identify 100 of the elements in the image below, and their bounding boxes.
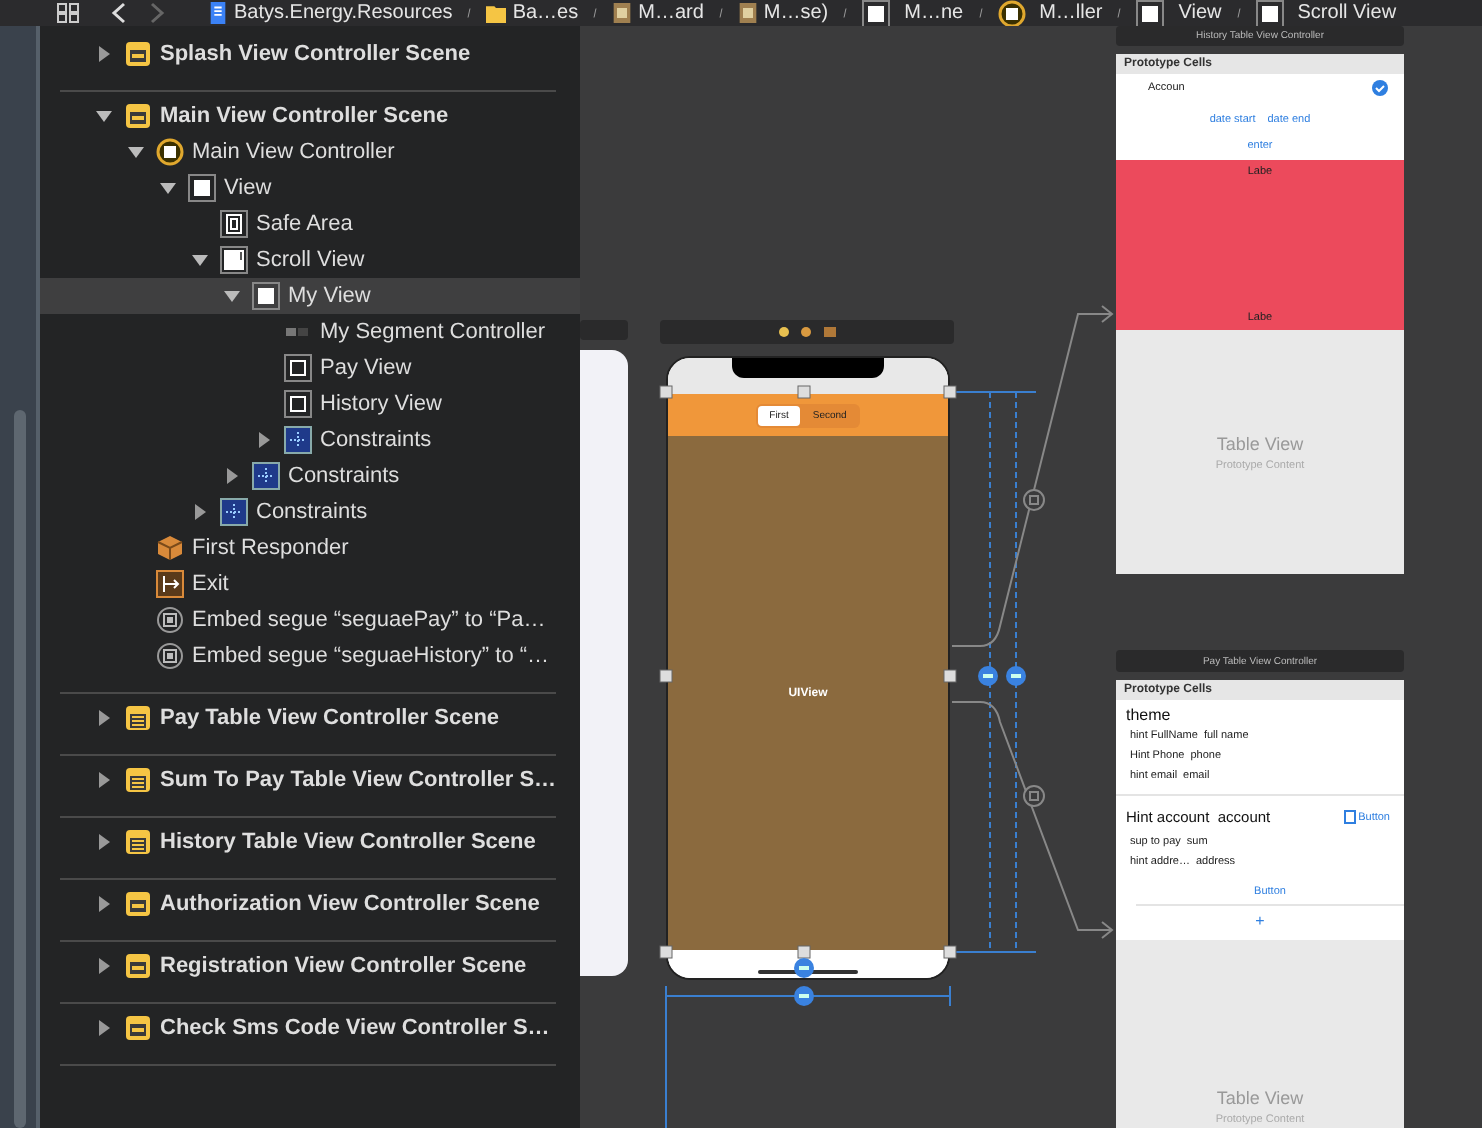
folder-icon xyxy=(486,2,507,24)
theme-label: theme xyxy=(1124,704,1173,726)
resize-handle[interactable] xyxy=(659,669,673,683)
view-icon xyxy=(284,390,312,418)
disclosure-triangle[interactable] xyxy=(96,772,112,788)
grid-icon[interactable] xyxy=(56,2,80,24)
table-view-title: Table View xyxy=(1216,433,1304,453)
outline-item[interactable]: Constraints xyxy=(40,494,580,530)
outline-item[interactable]: Authorization View Controller Scene xyxy=(40,886,580,922)
disclosure-triangle[interactable] xyxy=(256,432,272,448)
view-icon xyxy=(284,354,312,382)
scrollbar-thumb[interactable] xyxy=(14,410,26,1128)
constraint-badge[interactable] xyxy=(978,666,998,686)
outline-item[interactable]: Check Sms Code View Controller S… xyxy=(40,1010,580,1046)
outline-item[interactable]: My Segment Controller xyxy=(40,314,580,350)
breadcrumb[interactable]: M…ne xyxy=(862,0,964,26)
scene-icon xyxy=(124,1014,152,1042)
outline-item[interactable]: Embed segue “seguaePay” to “Pa… xyxy=(40,602,580,638)
breadcrumb[interactable]: Batys.Energy.Resources xyxy=(208,2,453,24)
storyboard-icon xyxy=(612,2,633,24)
safe-area-icon xyxy=(220,210,248,238)
outline-item[interactable]: Pay View xyxy=(40,350,580,386)
resize-handle[interactable] xyxy=(943,385,957,399)
segue-icon xyxy=(156,642,184,670)
outline-item[interactable]: Main View Controller Scene xyxy=(40,98,580,134)
outline-item[interactable]: Scroll View xyxy=(40,242,580,278)
constraints-icon xyxy=(220,498,248,526)
scroll-view-icon xyxy=(220,246,248,274)
resize-handle[interactable] xyxy=(943,945,957,959)
segue-icon xyxy=(1023,785,1045,807)
view-controller-icon xyxy=(997,0,1026,26)
dock-icons-drawing[interactable] xyxy=(777,326,837,338)
outline-item[interactable]: History Table View Controller Scene xyxy=(40,824,580,860)
outline-item[interactable]: Constraints xyxy=(40,458,580,494)
add-button[interactable]: + xyxy=(1255,912,1265,930)
path-separator xyxy=(1233,2,1244,24)
scene-icon xyxy=(124,40,152,68)
outline-item[interactable]: My View xyxy=(40,278,580,314)
resize-handle[interactable] xyxy=(659,385,673,399)
path-separator xyxy=(590,2,601,24)
constraints-icon xyxy=(252,462,280,490)
scene-icon xyxy=(124,890,152,918)
breadcrumb[interactable]: M…ller xyxy=(997,0,1103,26)
outline-item[interactable]: Safe Area xyxy=(40,206,580,242)
view-icon xyxy=(862,0,891,26)
disclosure-triangle[interactable] xyxy=(96,958,112,974)
scene-icon xyxy=(124,952,152,980)
view-icon xyxy=(188,174,216,202)
table-scene-icon xyxy=(124,828,152,856)
segue-icon xyxy=(1023,489,1045,511)
disclosure-triangle[interactable] xyxy=(96,1020,112,1036)
view-icon xyxy=(1136,0,1165,26)
breadcrumb[interactable]: View xyxy=(1136,0,1222,26)
view-icon xyxy=(1255,0,1284,26)
disclosure-triangle[interactable] xyxy=(96,108,112,124)
scene-icon xyxy=(124,102,152,130)
outline-item[interactable]: Registration View Controller Scene xyxy=(40,948,580,984)
path-separator xyxy=(715,2,726,24)
breadcrumb[interactable]: M…ard xyxy=(612,2,704,24)
breadcrumb[interactable]: M…se) xyxy=(737,2,829,24)
outline-item[interactable]: View xyxy=(40,170,580,206)
disclosure-triangle[interactable] xyxy=(192,252,208,268)
constraint-badge[interactable] xyxy=(794,986,814,1006)
outline-item[interactable]: Exit xyxy=(40,566,580,602)
table-scene-icon xyxy=(124,704,152,732)
segue-icon xyxy=(156,606,184,634)
disclosure-triangle[interactable] xyxy=(224,468,240,484)
outline-item[interactable]: Sum To Pay Table View Controller S… xyxy=(40,762,580,798)
cube-icon xyxy=(156,534,184,562)
checkmark-icon xyxy=(1372,80,1388,96)
outline-item[interactable]: Constraints xyxy=(40,422,580,458)
resize-handle[interactable] xyxy=(943,669,957,683)
path-separator xyxy=(464,2,475,24)
table-view-title: Table View xyxy=(1216,1088,1304,1108)
disclosure-triangle[interactable] xyxy=(224,288,240,304)
outline-item[interactable]: History View xyxy=(40,386,580,422)
outline-item[interactable]: Main View Controller xyxy=(40,134,580,170)
outline-item[interactable]: Pay Table View Controller Scene xyxy=(40,700,580,736)
disclosure-triangle[interactable] xyxy=(192,504,208,520)
outline-item[interactable]: Embed segue “seguaeHistory” to “… xyxy=(40,638,580,674)
breadcrumb[interactable]: Scroll View xyxy=(1255,0,1397,26)
disclosure-triangle[interactable] xyxy=(128,144,144,160)
outline-item[interactable]: Splash View Controller Scene xyxy=(40,36,580,72)
constraints-icon xyxy=(284,426,312,454)
path-separator xyxy=(840,2,851,24)
disclosure-triangle[interactable] xyxy=(96,46,112,62)
resize-handle[interactable] xyxy=(797,385,811,399)
disclosure-triangle[interactable] xyxy=(96,834,112,850)
resize-handle[interactable] xyxy=(659,945,673,959)
disclosure-triangle[interactable] xyxy=(96,710,112,726)
disclosure-triangle[interactable] xyxy=(96,896,112,912)
breadcrumb[interactable]: Ba…es xyxy=(486,2,579,24)
resize-handle[interactable] xyxy=(797,945,811,959)
outline-item[interactable]: First Responder xyxy=(40,530,580,566)
disclosure-triangle[interactable] xyxy=(160,180,176,196)
document-icon xyxy=(1344,810,1357,824)
view-controller-icon xyxy=(156,138,184,166)
constraint-badge[interactable] xyxy=(794,958,814,978)
constraint-badge[interactable] xyxy=(1006,666,1026,686)
table-scene-icon xyxy=(124,766,152,794)
